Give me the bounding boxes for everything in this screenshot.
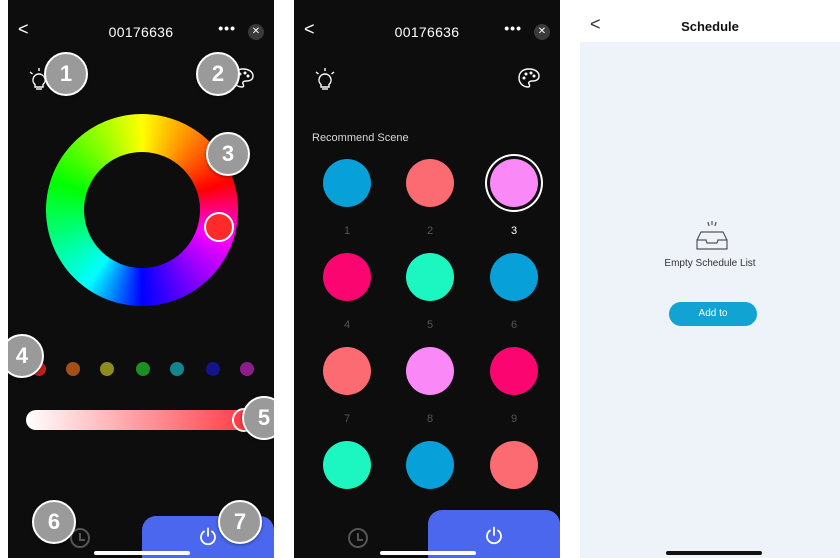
power-icon — [200, 527, 216, 546]
callout-badge: 2 — [196, 52, 240, 96]
preset-color[interactable] — [240, 362, 254, 376]
scene-swatch[interactable] — [406, 159, 454, 207]
schedule-screen: < Schedule Empty Schedule List Add to — [580, 0, 840, 558]
more-button[interactable]: ••• — [218, 20, 236, 36]
scene-swatch[interactable] — [490, 347, 538, 395]
color-wheel-handle[interactable] — [204, 212, 234, 242]
scene-number: 6 — [510, 319, 518, 331]
scene-screen: < 00176636 ••• ✕ Recommend Scene 1 2 3 4… — [294, 0, 560, 558]
scene-swatch[interactable] — [406, 253, 454, 301]
scene-swatch[interactable] — [323, 159, 371, 207]
scene-number: 8 — [426, 413, 434, 425]
power-icon — [486, 526, 502, 545]
callout-badge: 1 — [44, 52, 88, 96]
clock-icon[interactable] — [348, 528, 368, 548]
header: < Schedule — [580, 0, 840, 42]
home-indicator — [666, 551, 762, 555]
scene-number: 9 — [510, 413, 518, 425]
empty-state-text: Empty Schedule List — [664, 258, 756, 269]
scene-number: 1 — [343, 225, 351, 237]
scene-swatch[interactable] — [406, 347, 454, 395]
scene-swatch[interactable] — [406, 441, 454, 489]
scene-swatch[interactable] — [490, 441, 538, 489]
scene-number: 5 — [426, 319, 434, 331]
callout-badge: 7 — [218, 500, 262, 544]
preset-color[interactable] — [136, 362, 150, 376]
header: < 00176636 ••• ✕ — [8, 0, 274, 52]
close-button[interactable]: ✕ — [248, 24, 264, 40]
preset-color[interactable] — [100, 362, 114, 376]
add-schedule-button[interactable]: Add to — [669, 302, 757, 326]
empty-tray-icon — [696, 221, 728, 250]
scene-number: 3 — [510, 225, 518, 237]
scene-number: 4 — [343, 319, 351, 331]
scene-grid: 1 2 3 4 5 6 7 8 9 — [294, 0, 560, 490]
color-wheel-center — [84, 152, 200, 268]
scene-swatch[interactable] — [323, 253, 371, 301]
callout-badge: 6 — [32, 500, 76, 544]
brightness-slider[interactable] — [26, 410, 248, 430]
preset-color[interactable] — [206, 362, 220, 376]
scene-swatch[interactable] — [490, 159, 538, 207]
callout-badge: 5 — [242, 396, 274, 440]
scene-swatch[interactable] — [323, 441, 371, 489]
preset-color[interactable] — [170, 362, 184, 376]
page-title: Schedule — [681, 19, 739, 34]
preset-color[interactable] — [66, 362, 80, 376]
scene-number: 7 — [343, 413, 351, 425]
scene-swatch[interactable] — [323, 347, 371, 395]
scene-number: 2 — [426, 225, 434, 237]
scene-swatch[interactable] — [490, 253, 538, 301]
callout-badge: 3 — [206, 132, 250, 176]
color-control-screen: < 00176636 ••• ✕ 1 2 3 4 5 6 7 — [8, 0, 274, 558]
home-indicator — [380, 551, 476, 555]
home-indicator — [94, 551, 190, 555]
